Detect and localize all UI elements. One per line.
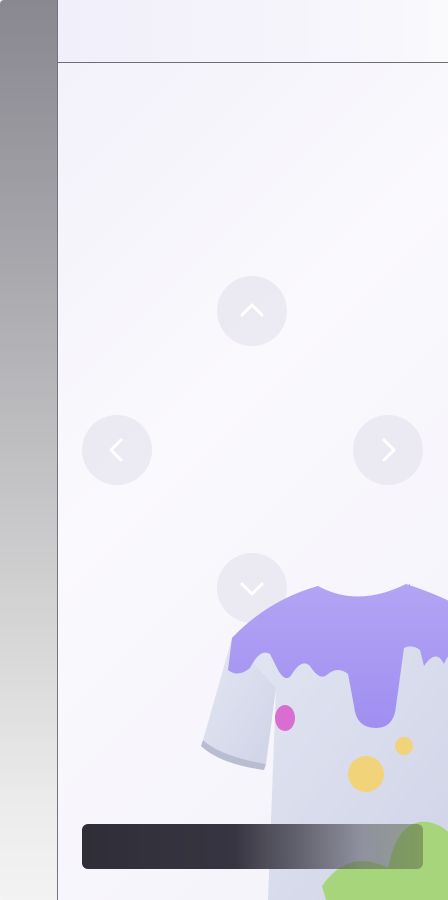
top-panel bbox=[58, 0, 448, 63]
chevron-left-icon bbox=[109, 438, 123, 462]
chevron-right-icon bbox=[382, 438, 396, 462]
nav-right-button[interactable] bbox=[353, 415, 423, 485]
nav-up-button[interactable] bbox=[217, 276, 287, 346]
nav-left-button[interactable] bbox=[82, 415, 152, 485]
sidebar bbox=[0, 0, 58, 900]
chevron-up-icon bbox=[240, 303, 264, 317]
bottom-action-bar[interactable] bbox=[82, 824, 423, 869]
